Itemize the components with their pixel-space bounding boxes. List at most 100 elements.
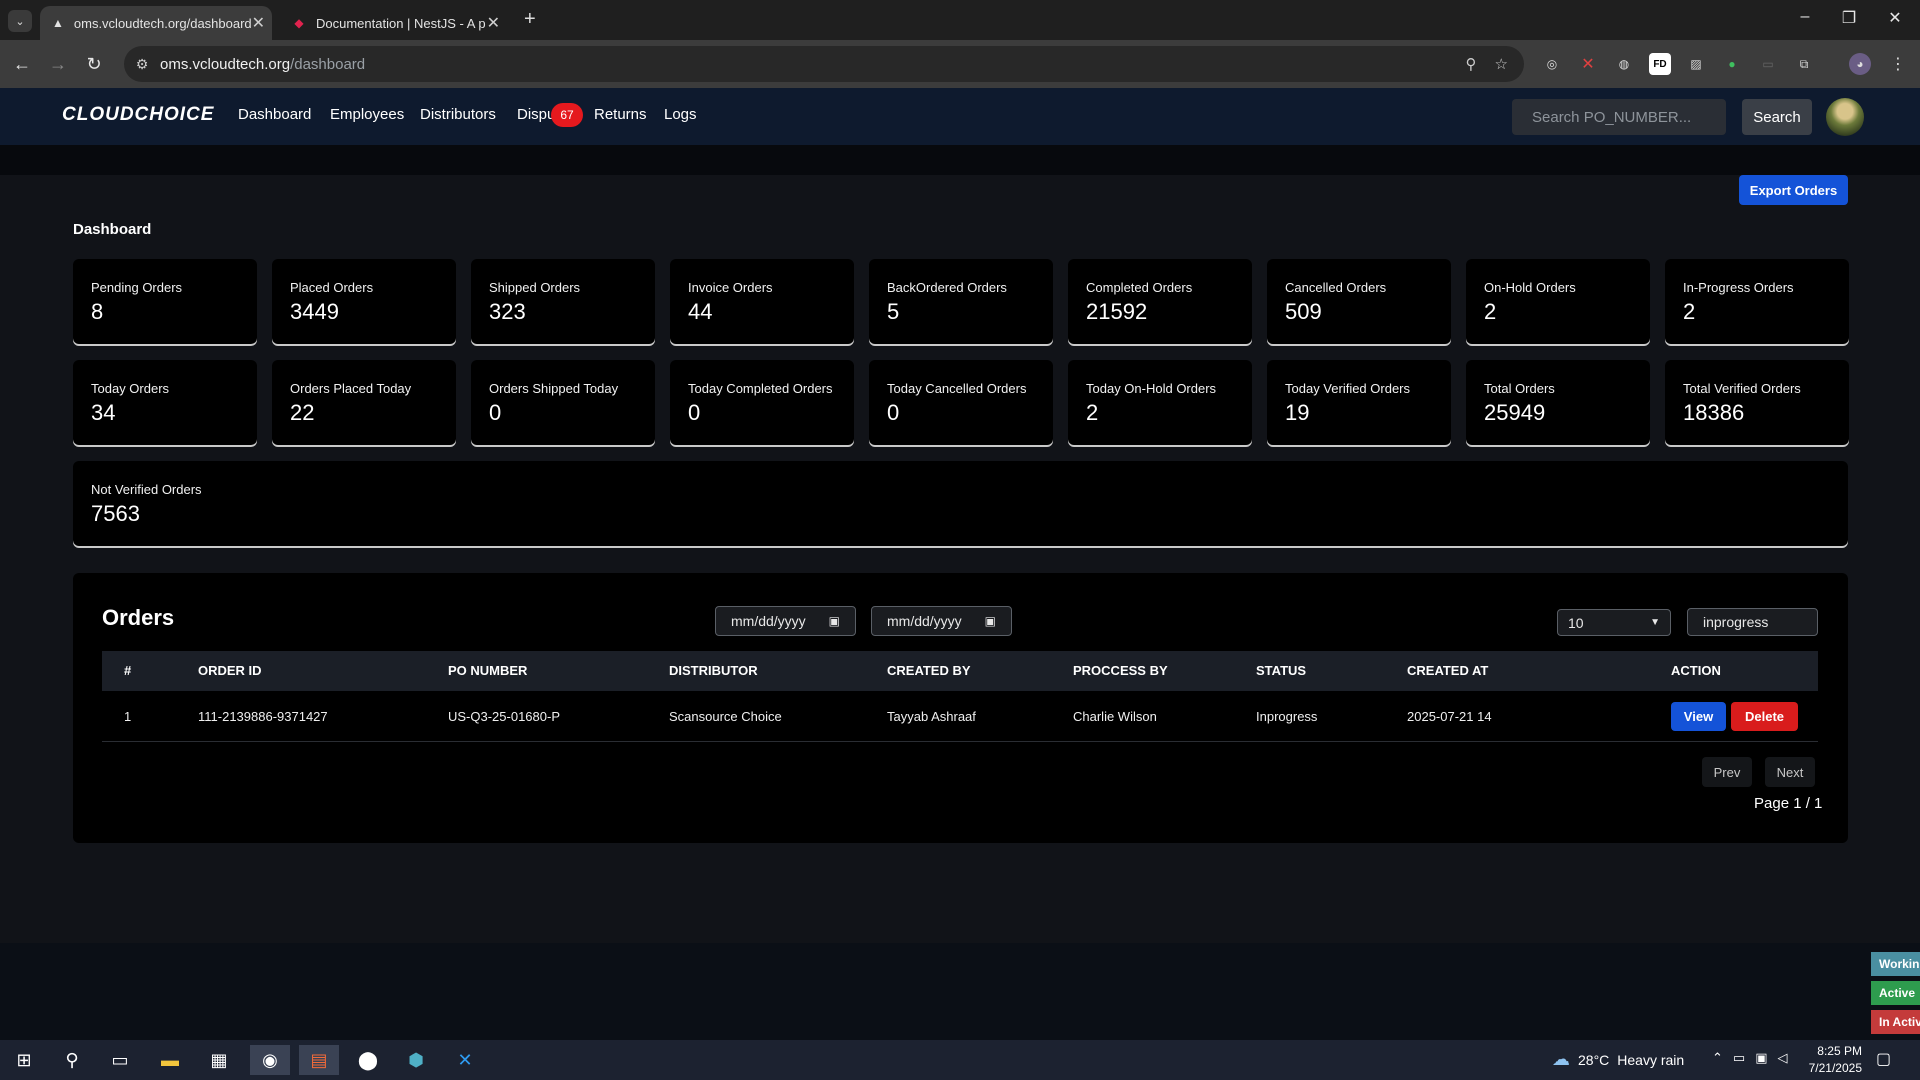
vscode-icon[interactable]: ✕ xyxy=(445,1045,485,1075)
view-order-button[interactable]: View xyxy=(1671,702,1726,731)
tab-list-chevron-icon[interactable]: ⌄ xyxy=(8,10,32,32)
extension-glasses-icon[interactable]: ◎ xyxy=(1541,53,1563,75)
extension-green-icon[interactable]: ● xyxy=(1721,53,1743,75)
close-tab-icon[interactable]: ✕ xyxy=(487,13,500,33)
forward-icon[interactable]: → xyxy=(44,50,72,78)
stat-value: 0 xyxy=(489,400,502,425)
reload-icon[interactable]: ↻ xyxy=(80,50,108,78)
stat-card-completed-orders: Completed Orders 21592 xyxy=(1068,259,1252,344)
windows-start-icon[interactable]: ⊞ xyxy=(4,1045,44,1075)
browser-menu-icon[interactable]: ⋮ xyxy=(1887,53,1909,75)
cloudchoice-logo[interactable]: CLOUDCHOICE xyxy=(62,104,214,126)
date-from-input[interactable]: mm/dd/yyyy ▣ xyxy=(715,606,856,636)
address-bar[interactable]: ⚙ oms.vcloudtech.org/dashboard ⚲ ☆ xyxy=(124,46,1524,82)
nav-logs[interactable]: Logs xyxy=(664,106,697,123)
browser-tab-nestjs[interactable]: ◆ Documentation | NestJS - A pro ✕ xyxy=(280,6,512,40)
page-title: Dashboard xyxy=(73,221,152,238)
stat-label: In-Progress Orders xyxy=(1683,280,1794,295)
calendar-icon[interactable]: ▣ xyxy=(985,614,996,628)
status-tag-inactive[interactable]: In Active xyxy=(1871,1010,1920,1034)
stat-value: 0 xyxy=(887,400,900,425)
user-avatar[interactable] xyxy=(1826,98,1864,136)
volume-muted-icon[interactable]: ◁ xyxy=(1778,1050,1788,1066)
po-number-search-input[interactable] xyxy=(1512,99,1726,135)
tray-chevron-icon[interactable]: ⌃ xyxy=(1712,1050,1723,1066)
export-orders-button[interactable]: Export Orders xyxy=(1739,175,1848,205)
close-tab-icon[interactable]: ✕ xyxy=(252,13,265,33)
extension-globe-icon[interactable]: ◍ xyxy=(1613,53,1635,75)
cell-created-by: Tayyab Ashraaf xyxy=(887,709,976,724)
site-info-icon[interactable]: ⚙ xyxy=(124,56,160,73)
stat-label: Total Orders xyxy=(1484,381,1555,396)
network-icon[interactable]: ▣ xyxy=(1755,1050,1767,1066)
calendar-icon[interactable]: ▣ xyxy=(829,614,840,628)
status-tag-active[interactable]: Active xyxy=(1871,981,1920,1005)
cell-status: Inprogress xyxy=(1256,709,1318,724)
per-page-select[interactable]: 10 ▼ xyxy=(1557,609,1671,636)
stat-card-in-progress-orders: In-Progress Orders 2 xyxy=(1665,259,1849,344)
stat-label: Completed Orders xyxy=(1086,280,1193,295)
stat-label: On-Hold Orders xyxy=(1484,280,1576,295)
dispute-count-badge: 67 xyxy=(551,103,583,127)
search-button[interactable]: Search xyxy=(1742,99,1812,135)
app-hex-icon[interactable]: ⬢ xyxy=(396,1045,436,1075)
stat-label: Pending Orders xyxy=(91,280,183,295)
zoho-app-icon[interactable]: ▤ xyxy=(299,1045,339,1075)
zoom-icon[interactable]: ⚲ xyxy=(1466,55,1477,73)
browser-tab-dashboard[interactable]: ▲ oms.vcloudtech.org/dashboard ✕ xyxy=(40,6,272,40)
nav-dashboard[interactable]: Dashboard xyxy=(238,106,311,123)
extension-fd-icon[interactable]: FD xyxy=(1649,53,1671,75)
nav-distributors[interactable]: Distributors xyxy=(420,106,496,123)
nestjs-favicon-icon: ◆ xyxy=(294,16,304,30)
chrome-icon[interactable]: ◉ xyxy=(250,1045,290,1075)
weather-temp: 28°C xyxy=(1578,1051,1610,1068)
col-created-at: CREATED AT xyxy=(1407,663,1489,678)
cloud-rain-icon: ☁ xyxy=(1552,1049,1570,1069)
new-tab-icon[interactable]: + xyxy=(524,8,536,31)
taskbar-search-icon[interactable]: ⚲ xyxy=(52,1045,92,1075)
stat-label: Today Orders xyxy=(91,381,170,396)
date-from-placeholder: mm/dd/yyyy xyxy=(731,613,806,629)
system-clock[interactable]: 8:25 PM 7/21/2025 xyxy=(1800,1043,1862,1077)
stat-card-backordered-orders: BackOrdered Orders 5 xyxy=(869,259,1053,344)
back-icon[interactable]: ← xyxy=(8,50,36,78)
extension-image-icon[interactable]: ▨ xyxy=(1685,53,1707,75)
stat-value: 7563 xyxy=(91,501,140,526)
stat-label: Invoice Orders xyxy=(688,280,773,295)
extension-grey-icon[interactable]: ▭ xyxy=(1757,53,1779,75)
restore-icon[interactable]: ❐ xyxy=(1826,8,1872,28)
bookmark-star-icon[interactable]: ☆ xyxy=(1495,55,1508,73)
profile-icon[interactable]: ◕ xyxy=(1849,53,1871,75)
header-subbar xyxy=(0,145,1920,175)
next-page-button[interactable]: Next xyxy=(1765,757,1815,787)
col-distributor: DISTRIBUTOR xyxy=(669,663,758,678)
minimize-icon[interactable]: – xyxy=(1782,8,1828,26)
task-view-icon[interactable]: ▭ xyxy=(100,1045,140,1075)
stat-label: Today Completed Orders xyxy=(688,381,833,396)
nav-returns[interactable]: Returns xyxy=(594,106,647,123)
stat-card-shipped-orders: Shipped Orders 323 xyxy=(471,259,655,344)
prev-page-button[interactable]: Prev xyxy=(1702,757,1752,787)
status-tag-working[interactable]: Working xyxy=(1871,952,1920,976)
notifications-icon[interactable]: ▢ xyxy=(1876,1049,1891,1069)
extension-x-icon[interactable]: ✕ xyxy=(1577,53,1599,75)
status-filter-input[interactable] xyxy=(1687,608,1818,636)
nav-employees[interactable]: Employees xyxy=(330,106,404,123)
stat-card-today-completed-orders: Today Completed Orders 0 xyxy=(670,360,854,445)
col-process-by: PROCCESS BY xyxy=(1073,663,1168,678)
delete-order-button[interactable]: Delete xyxy=(1731,702,1798,731)
weather-widget[interactable]: ☁ 28°C Heavy rain xyxy=(1552,1049,1684,1070)
stat-label: Today Cancelled Orders xyxy=(887,381,1027,396)
clock-date: 7/21/2025 xyxy=(1808,1061,1862,1075)
close-window-icon[interactable]: ✕ xyxy=(1872,8,1918,28)
col-action: ACTION xyxy=(1671,663,1721,678)
file-explorer-icon[interactable]: ▬ xyxy=(150,1045,190,1075)
vcloud-favicon-icon: ▲ xyxy=(52,16,64,30)
app-drop-icon[interactable]: ⬤ xyxy=(348,1045,388,1075)
stat-value: 22 xyxy=(290,400,315,425)
tray-keyboard-icon[interactable]: ▭ xyxy=(1733,1050,1745,1066)
store-icon[interactable]: ▦ xyxy=(199,1045,239,1075)
nav-disputes[interactable]: Dispu xyxy=(517,106,555,123)
date-to-input[interactable]: mm/dd/yyyy ▣ xyxy=(871,606,1012,636)
extensions-puzzle-icon[interactable]: ⧉ xyxy=(1793,53,1815,75)
